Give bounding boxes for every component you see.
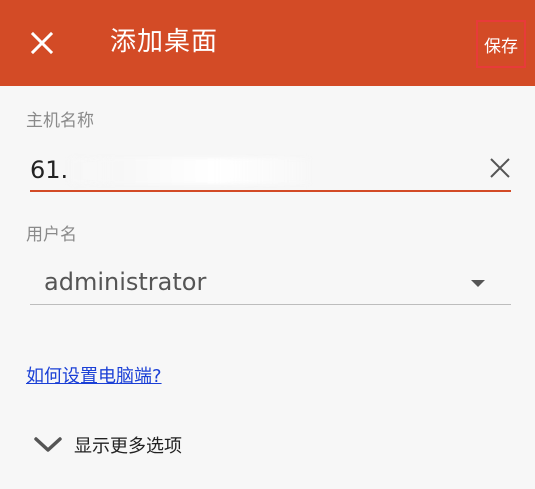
add-desktop-screen: 添加桌面 保存 主机名称 61. 用户名 administrator 如何设置电… xyxy=(0,0,535,489)
clear-icon xyxy=(490,158,510,178)
chevron-down-icon xyxy=(34,437,62,452)
hostname-label: 主机名称 xyxy=(26,111,94,131)
hostname-value[interactable]: 61. xyxy=(30,156,68,184)
help-link[interactable]: 如何设置电脑端? xyxy=(26,362,162,388)
show-more-options-button[interactable]: 显示更多选项 xyxy=(34,428,182,462)
username-label: 用户名 xyxy=(26,225,77,245)
page-title: 添加桌面 xyxy=(110,27,219,57)
hostname-field[interactable]: 61. xyxy=(30,148,511,194)
username-select[interactable]: administrator xyxy=(30,262,511,306)
username-value[interactable]: administrator xyxy=(44,268,206,296)
app-header: 添加桌面 保存 xyxy=(0,0,535,86)
close-button[interactable] xyxy=(20,21,64,65)
clear-button[interactable] xyxy=(486,154,514,182)
show-more-options-label: 显示更多选项 xyxy=(74,436,182,457)
hostname-redaction xyxy=(70,158,310,184)
save-button[interactable]: 保存 xyxy=(476,20,526,68)
dropdown-arrow-icon[interactable] xyxy=(471,280,485,287)
username-underline xyxy=(30,304,511,305)
close-icon xyxy=(30,31,54,55)
hostname-underline xyxy=(30,190,511,192)
